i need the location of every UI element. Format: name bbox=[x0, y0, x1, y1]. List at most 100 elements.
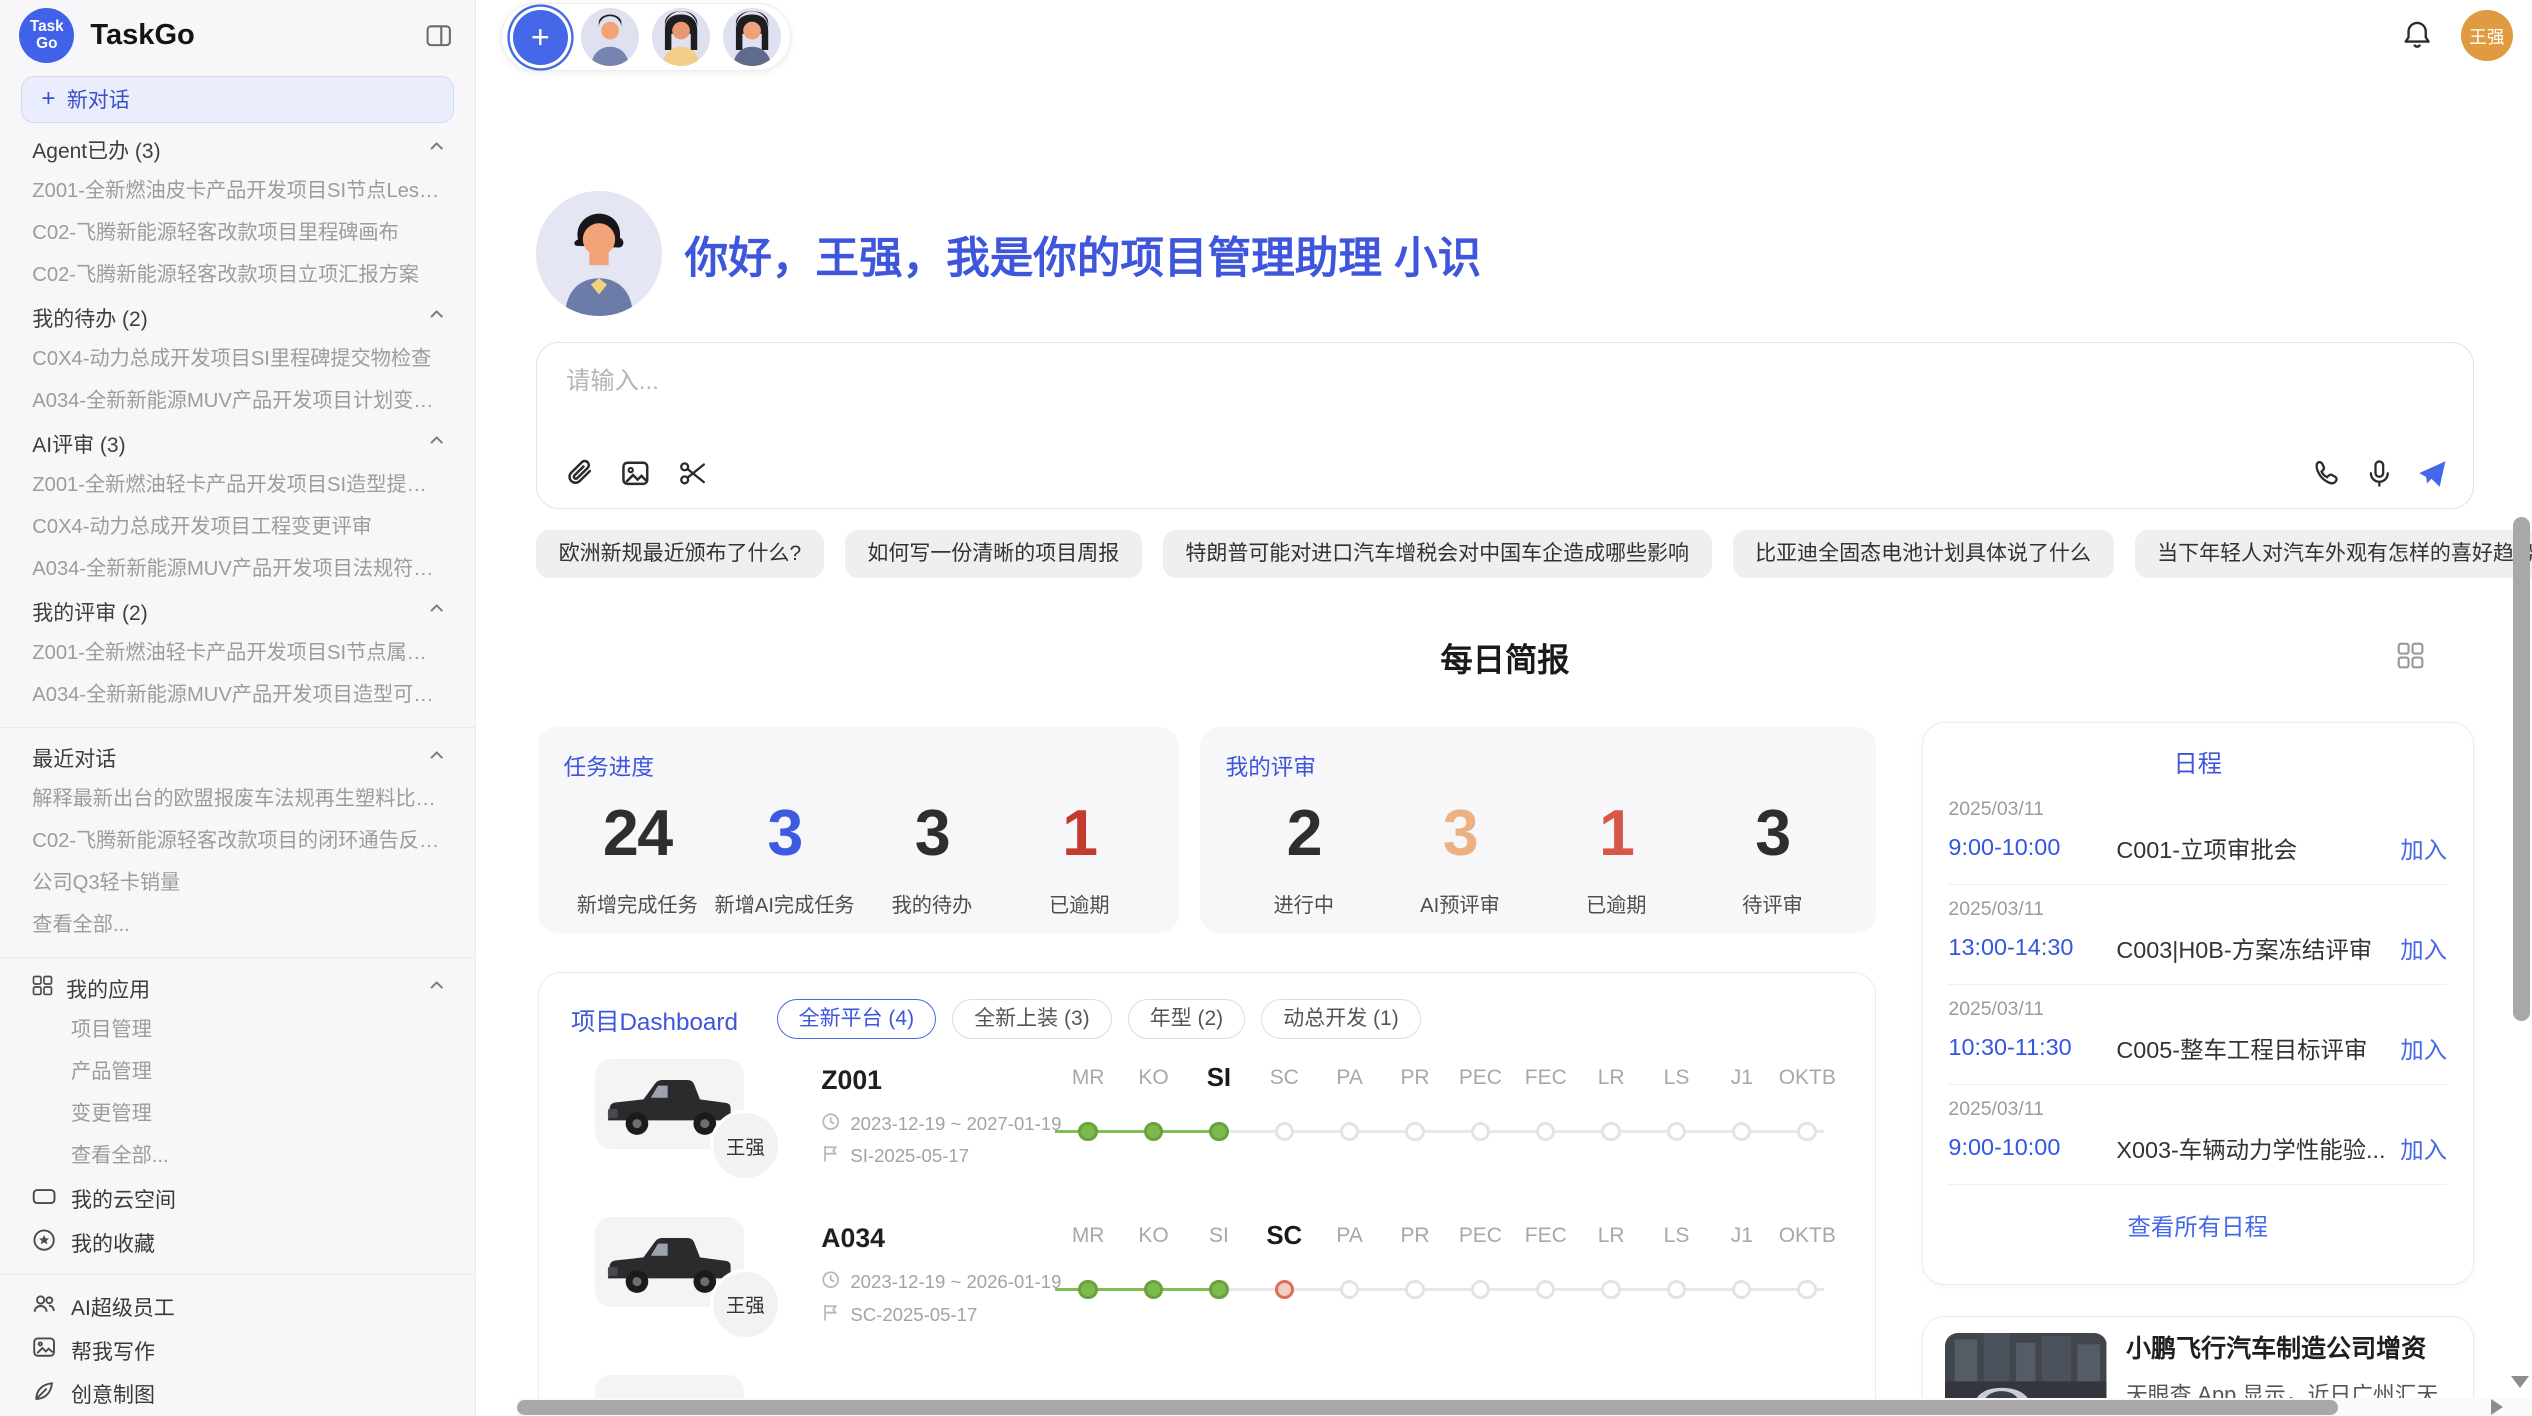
layout-grid-icon[interactable] bbox=[2393, 638, 2429, 674]
image-upload-icon[interactable] bbox=[618, 456, 654, 492]
sidebar-app-item[interactable]: 项目管理 bbox=[0, 1010, 475, 1052]
phone-call-icon[interactable] bbox=[2308, 456, 2344, 492]
stat-value: 3 bbox=[1755, 798, 1789, 869]
milestone-node[interactable] bbox=[1667, 1122, 1686, 1141]
scroll-down-arrow[interactable] bbox=[2511, 1376, 2529, 1388]
milestone-node[interactable] bbox=[1471, 1122, 1490, 1141]
join-link[interactable]: 加入 bbox=[2400, 831, 2447, 865]
milestone-node[interactable] bbox=[1667, 1280, 1686, 1299]
attachment-icon[interactable] bbox=[561, 456, 597, 492]
milestone-label: KO bbox=[1121, 1062, 1186, 1094]
milestone-node[interactable] bbox=[1536, 1122, 1555, 1141]
dashboard-tab[interactable]: 全新上装 (3) bbox=[952, 999, 1111, 1039]
chat-input[interactable] bbox=[563, 366, 2447, 397]
add-member-button[interactable]: + bbox=[513, 10, 568, 65]
horizontal-scrollbar-thumb[interactable] bbox=[517, 1400, 2338, 1415]
sidebar-item-star[interactable]: 我的收藏 bbox=[0, 1221, 475, 1265]
sidebar-tool-users[interactable]: AI超级员工 bbox=[0, 1285, 475, 1329]
milestone-node[interactable] bbox=[1601, 1280, 1620, 1299]
sidebar-app-item[interactable]: 产品管理 bbox=[0, 1052, 475, 1094]
microphone-icon[interactable] bbox=[2361, 456, 2397, 492]
sidebar-collapse-icon[interactable] bbox=[420, 18, 456, 54]
new-chat-button[interactable]: + 新对话 bbox=[21, 76, 454, 123]
member-avatar-3[interactable] bbox=[723, 8, 781, 66]
notification-bell-icon[interactable] bbox=[2400, 18, 2436, 54]
suggestion-chip[interactable]: 特朗普可能对进口汽车增税会对中国车企造成哪些影响 bbox=[1163, 530, 1712, 578]
sidebar-section-my-apps[interactable]: 我的应用 bbox=[0, 968, 475, 1010]
suggestion-chip[interactable]: 欧洲新规最近颁布了什么? bbox=[536, 530, 824, 578]
milestone-label: SI bbox=[1186, 1220, 1251, 1252]
member-avatar-2[interactable] bbox=[652, 8, 710, 66]
sidebar-tool-feather[interactable]: 创意制图 bbox=[0, 1372, 475, 1416]
sidebar-recent-chat-item[interactable]: C02-飞腾新能源轻客改款项目的闭环通告反馈情况 bbox=[0, 821, 475, 863]
sidebar-task-item[interactable]: C02-飞腾新能源轻客改款项目里程碑画布 bbox=[0, 213, 475, 255]
suggestion-chip[interactable]: 如何写一份清晰的项目周报 bbox=[845, 530, 1142, 578]
milestone-node[interactable] bbox=[1405, 1280, 1424, 1299]
member-avatar-1[interactable] bbox=[581, 8, 639, 66]
dashboard-tab[interactable]: 动总开发 (1) bbox=[1261, 999, 1420, 1039]
greeting-block: 你好，王强，我是你的项目管理助理 小识 bbox=[536, 191, 1481, 317]
milestone-node[interactable] bbox=[1275, 1122, 1294, 1141]
stat-value: 24 bbox=[603, 798, 672, 869]
milestone-node[interactable] bbox=[1797, 1122, 1816, 1141]
sidebar-tool-write[interactable]: 帮我写作 bbox=[0, 1329, 475, 1373]
schedule-row: 9:00-10:00X003-车辆动力学性能验...加入 bbox=[1948, 1131, 2447, 1165]
sidebar-task-item[interactable]: Z001-全新燃油轻卡产品开发项目SI造型提交物评审 bbox=[0, 465, 475, 507]
sidebar-section-header[interactable]: 我的评审 (2) bbox=[0, 591, 475, 633]
dashboard-tab[interactable]: 全新平台 (4) bbox=[777, 999, 936, 1039]
sidebar-recent-chat-item[interactable]: 解释最新出台的欧盟报废车法规再生塑料比例被调至15%... bbox=[0, 779, 475, 821]
stat-value: 3 bbox=[1443, 798, 1477, 869]
milestone-node[interactable] bbox=[1275, 1280, 1294, 1299]
milestone-node[interactable] bbox=[1078, 1280, 1097, 1299]
sidebar-section-header[interactable]: AI评审 (3) bbox=[0, 423, 475, 465]
milestone-track: MRKOSISCPAPRPECFECLRLSJ1OKTB bbox=[1055, 1062, 1839, 1175]
milestone-node[interactable] bbox=[1797, 1280, 1816, 1299]
milestone-label: SC bbox=[1252, 1062, 1317, 1094]
user-avatar[interactable]: 王强 bbox=[2461, 10, 2513, 62]
milestone-node[interactable] bbox=[1144, 1122, 1163, 1141]
sidebar-task-item[interactable]: A034-全新新能源MUV产品开发项目计划变更表编写 bbox=[0, 381, 475, 423]
join-link[interactable]: 加入 bbox=[2400, 1031, 2447, 1065]
milestone-node[interactable] bbox=[1078, 1122, 1097, 1141]
stat-item: 3我的待办 bbox=[858, 798, 1005, 917]
sidebar-section-header[interactable]: Agent已办 (3) bbox=[0, 129, 475, 171]
join-link[interactable]: 加入 bbox=[2400, 931, 2447, 965]
sidebar-task-item[interactable]: C02-飞腾新能源轻客改款项目立项汇报方案 bbox=[0, 255, 475, 297]
sidebar-task-item[interactable]: A034-全新新能源MUV产品开发项目造型可行性评审 bbox=[0, 675, 475, 717]
milestone-node[interactable] bbox=[1144, 1280, 1163, 1299]
sidebar-task-item[interactable]: C0X4-动力总成开发项目工程变更评审 bbox=[0, 507, 475, 549]
project-owner-badge[interactable]: 王强 bbox=[710, 1110, 781, 1181]
milestone-node[interactable] bbox=[1209, 1280, 1228, 1299]
stat-label: 已逾期 bbox=[1049, 889, 1110, 918]
milestone-node[interactable] bbox=[1732, 1122, 1751, 1141]
project-owner-badge[interactable]: 王强 bbox=[710, 1269, 781, 1340]
milestone-node[interactable] bbox=[1340, 1280, 1359, 1299]
milestone-node[interactable] bbox=[1732, 1280, 1751, 1299]
milestone-node[interactable] bbox=[1601, 1122, 1620, 1141]
sidebar-recent-chat-item[interactable]: 公司Q3轻卡销量 bbox=[0, 863, 475, 905]
dashboard-tab[interactable]: 年型 (2) bbox=[1128, 999, 1245, 1039]
sidebar-task-item[interactable]: A034-全新新能源MUV产品开发项目法规符合性评审 bbox=[0, 549, 475, 591]
sidebar-item-cloud[interactable]: 我的云空间 bbox=[0, 1178, 475, 1222]
sidebar-task-item[interactable]: C0X4-动力总成开发项目SI里程碑提交物检查 bbox=[0, 339, 475, 381]
scroll-right-arrow[interactable] bbox=[2491, 1399, 2503, 1415]
join-link[interactable]: 加入 bbox=[2400, 1131, 2447, 1165]
sidebar-app-item[interactable]: 变更管理 bbox=[0, 1094, 475, 1136]
milestone-node[interactable] bbox=[1340, 1122, 1359, 1141]
sidebar-task-item[interactable]: Z001-全新燃油轻卡产品开发项目SI节点属性5D文件评审 bbox=[0, 633, 475, 675]
view-all-schedule-link[interactable]: 查看所有日程 bbox=[1948, 1185, 2447, 1264]
suggestion-chip[interactable]: 比亚迪全固态电池计划具体说了什么 bbox=[1733, 530, 2114, 578]
sidebar-section-header[interactable]: 我的待办 (2) bbox=[0, 297, 475, 339]
scissors-icon[interactable] bbox=[674, 456, 710, 492]
milestone-node[interactable] bbox=[1405, 1122, 1424, 1141]
milestone-node[interactable] bbox=[1209, 1122, 1228, 1141]
sidebar-task-item[interactable]: Z001-全新燃油皮卡产品开发项目SI节点Lesson Learn报告 bbox=[0, 171, 475, 213]
sidebar-recent-chat-item[interactable]: 查看全部... bbox=[0, 905, 475, 947]
suggestion-chip[interactable]: 当下年轻人对汽车外观有怎样的喜好趋势 bbox=[2135, 530, 2532, 578]
milestone-node[interactable] bbox=[1536, 1280, 1555, 1299]
vertical-scrollbar-thumb[interactable] bbox=[2513, 517, 2531, 1021]
sidebar-app-item[interactable]: 查看全部... bbox=[0, 1136, 475, 1178]
sidebar-section-header[interactable]: 最近对话 bbox=[0, 737, 475, 779]
milestone-node[interactable] bbox=[1471, 1280, 1490, 1299]
send-icon[interactable] bbox=[2415, 456, 2451, 492]
